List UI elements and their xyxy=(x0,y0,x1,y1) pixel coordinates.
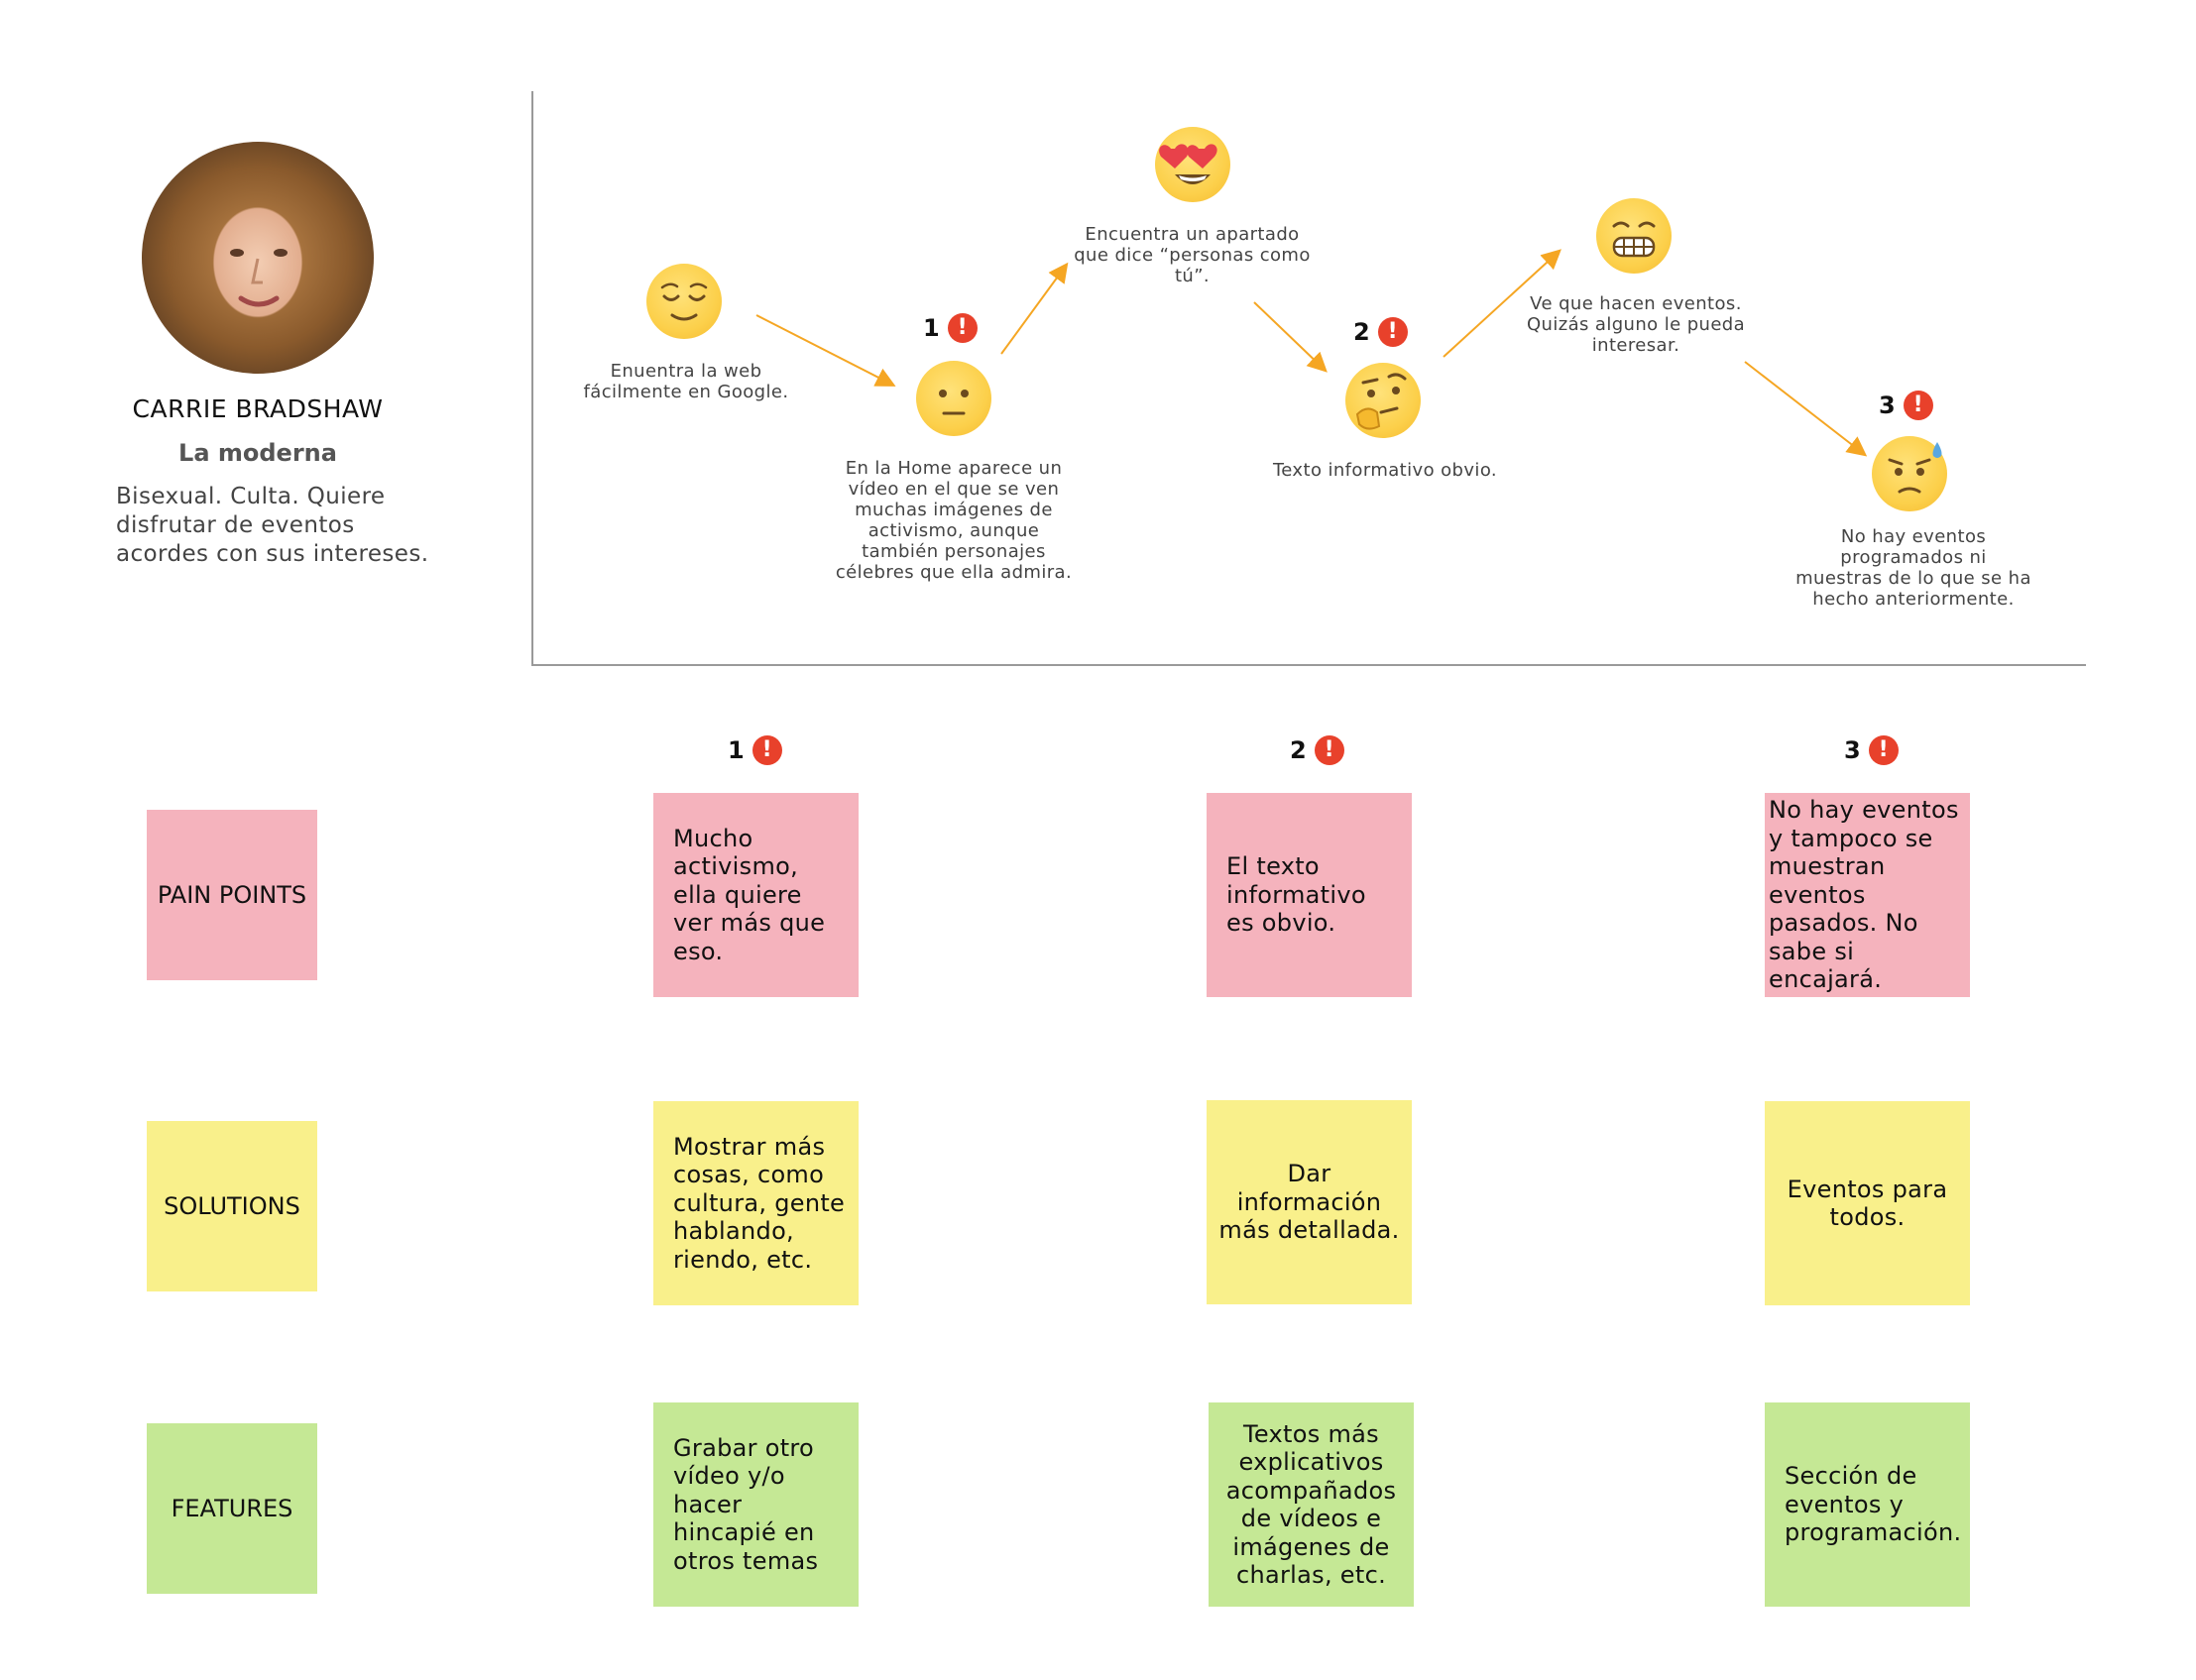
alert-number: 2 xyxy=(1353,318,1370,346)
journey-step-2-text: En la Home aparece un vídeo en el que se… xyxy=(835,458,1073,583)
neutral-face-icon xyxy=(916,361,991,436)
column-header-2: 2 ! xyxy=(1290,735,1344,765)
alert-number: 3 xyxy=(1879,392,1896,419)
journey-arrow-5 xyxy=(1744,361,1868,457)
pain-point-note-3: No hay eventos y tampoco se muestran eve… xyxy=(1765,793,1970,997)
column-header-3: 3 ! xyxy=(1844,735,1899,765)
journey-step-5-text: Ve que hacen eventos. Quizás alguno le p… xyxy=(1526,293,1746,356)
thinking-face-icon xyxy=(1345,363,1421,438)
sweat-face-icon xyxy=(1872,436,1947,511)
alert-icon: ! xyxy=(1903,391,1933,420)
journey-alert-3: 3 ! xyxy=(1879,391,1933,420)
journey-arrow-3 xyxy=(1253,301,1328,373)
journey-alert-1: 1 ! xyxy=(923,313,978,343)
alert-icon: ! xyxy=(751,735,782,765)
column-number: 2 xyxy=(1290,736,1307,764)
feature-note-1: Grabar otro vídeo y/o hacer hincapié en … xyxy=(653,1402,859,1607)
journey-step-6-text: No hay eventos programados ni muestras d… xyxy=(1795,526,2031,610)
journey-step-4-text: Texto informativo obvio. xyxy=(1272,460,1498,481)
alert-icon: ! xyxy=(947,313,978,343)
relieved-face-icon xyxy=(646,264,722,339)
alert-icon: ! xyxy=(1314,735,1344,765)
solution-note-1: Mostrar más cosas, como cultura, gente h… xyxy=(653,1101,859,1305)
row-label-solutions: SOLUTIONS xyxy=(147,1121,317,1291)
journey-step-1-text: Enuentra la web fácilmente en Google. xyxy=(583,361,789,402)
journey-arrow-2 xyxy=(1000,262,1069,355)
alert-icon: ! xyxy=(1868,735,1899,765)
column-number: 3 xyxy=(1844,736,1861,764)
solution-note-2: Dar información más detallada. xyxy=(1207,1100,1412,1304)
row-label-features: FEATURES xyxy=(147,1423,317,1594)
pain-point-note-2: El texto informativo es obvio. xyxy=(1207,793,1412,997)
heart-eyes-face-icon xyxy=(1155,127,1230,202)
grimacing-face-icon xyxy=(1596,198,1672,274)
journey-alert-2: 2 ! xyxy=(1353,317,1408,347)
solution-note-3: Eventos para todos. xyxy=(1765,1101,1970,1305)
column-number: 1 xyxy=(728,736,745,764)
journey-step-3-text: Encuentra un apartado que dice “personas… xyxy=(1074,224,1311,286)
alert-number: 1 xyxy=(923,314,940,342)
column-header-1: 1 ! xyxy=(728,735,782,765)
pain-point-note-1: Mucho activismo, ella quiere ver más que… xyxy=(653,793,859,997)
alert-icon: ! xyxy=(1377,317,1408,347)
row-label-pain-points: PAIN POINTS xyxy=(147,810,317,980)
feature-note-2: Textos más explicativos acompañados de v… xyxy=(1209,1402,1414,1607)
feature-note-3: Sección de eventos y programación. xyxy=(1765,1402,1970,1607)
